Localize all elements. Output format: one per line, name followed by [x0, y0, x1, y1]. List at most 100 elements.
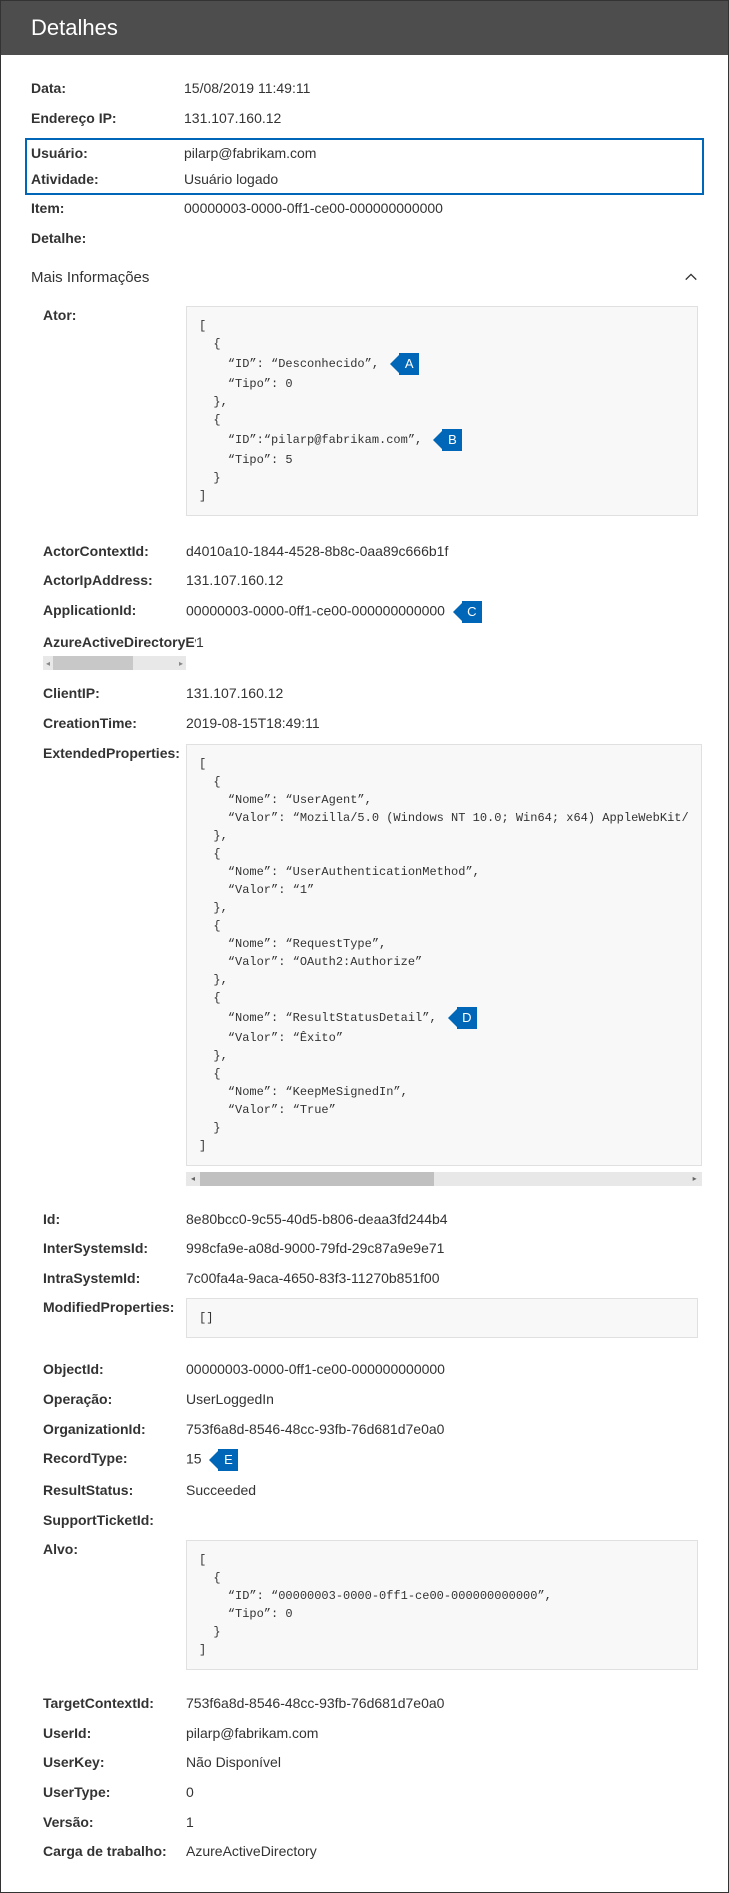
row-ator: Ator: [ { “ID”: “Desconhecido”, A “Tipo”…: [43, 306, 698, 516]
label-item: Item:: [31, 199, 184, 219]
label-workload: Carga de trabalho:: [43, 1842, 186, 1862]
label-activity: Atividade:: [31, 170, 184, 190]
row-userkey: UserKey: Não Disponível: [43, 1753, 698, 1773]
row-intersystems: InterSystemsId: 998cfa9e-a08d-9000-79fd-…: [43, 1239, 698, 1259]
panel-title: Detalhes: [31, 15, 118, 40]
label-application-id: ApplicationId:: [43, 601, 186, 621]
label-scrollbar[interactable]: ◂ ▸: [43, 656, 186, 670]
value-record-type: 15 E: [186, 1449, 698, 1471]
scroll-track[interactable]: [200, 1172, 688, 1186]
label-user: Usuário:: [31, 144, 184, 164]
value-usertype: 0: [186, 1783, 698, 1803]
scroll-right-icon[interactable]: ▸: [688, 1172, 702, 1186]
label-record-type: RecordType:: [43, 1449, 186, 1469]
row-result-status: ResultStatus: Succeeded: [43, 1481, 698, 1501]
codebox-ator[interactable]: [ { “ID”: “Desconhecido”, A “Tipo”: 0 },…: [186, 306, 698, 516]
row-userid: UserId: pilarp@fabrikam.com: [43, 1724, 698, 1744]
value-aad-event: 1: [196, 633, 698, 653]
row-detail: Detalhe:: [31, 229, 698, 249]
row-versao: Versão: 1: [43, 1813, 698, 1833]
row-actor-context-id: ActorContextId: d4010a10-1844-4528-8b8c-…: [43, 542, 698, 562]
label-creation-time: CreationTime:: [43, 714, 186, 734]
row-support-ticket: SupportTicketId:: [43, 1511, 698, 1531]
label-intrasystem: IntraSystemId:: [43, 1269, 186, 1289]
label-object-id: ObjectId:: [43, 1360, 186, 1380]
row-usertype: UserType: 0: [43, 1783, 698, 1803]
value-versao: 1: [186, 1813, 698, 1833]
label-extended-props: ExtendedProperties:: [43, 744, 186, 764]
value-client-ip: 131.107.160.12: [186, 684, 698, 704]
label-id: Id:: [43, 1210, 186, 1230]
row-creation-time: CreationTime: 2019-08-15T18:49:11: [43, 714, 698, 734]
panel-header: Detalhes: [1, 1, 728, 55]
value-user: pilarp@fabrikam.com: [184, 144, 698, 164]
label-data: Data:: [31, 79, 184, 99]
label-userid: UserId:: [43, 1724, 186, 1744]
row-application-id: ApplicationId: 00000003-0000-0ff1-ce00-0…: [43, 601, 698, 623]
scroll-right-icon[interactable]: ▸: [176, 656, 186, 670]
value-result-status: Succeeded: [186, 1481, 698, 1501]
label-ip: Endereço IP:: [31, 109, 184, 129]
row-user: Usuário: pilarp@fabrikam.com: [31, 144, 698, 164]
value-intersystems: 998cfa9e-a08d-9000-79fd-29c87a9e9e71: [186, 1239, 698, 1259]
callout-b: B: [433, 429, 462, 451]
row-object-id: ObjectId: 00000003-0000-0ff1-ce00-000000…: [43, 1360, 698, 1380]
value-data: 15/08/2019 11:49:11: [184, 79, 698, 99]
row-client-ip: ClientIP: 131.107.160.12: [43, 684, 698, 704]
more-info-label: Mais Informações: [31, 269, 149, 286]
scroll-left-icon[interactable]: ◂: [43, 656, 53, 670]
row-record-type: RecordType: 15 E: [43, 1449, 698, 1471]
row-item: Item: 00000003-0000-0ff1-ce00-0000000000…: [31, 199, 698, 219]
label-client-ip: ClientIP:: [43, 684, 186, 704]
details-panel: Detalhes Data: 15/08/2019 11:49:11 Ender…: [0, 0, 729, 1893]
value-application-id: 00000003-0000-0ff1-ce00-000000000000 C: [186, 601, 698, 623]
codebox-modified-props[interactable]: []: [186, 1298, 698, 1338]
codebox-extended-props[interactable]: [ { “Nome”: “UserAgent”, “Valor”: “Mozil…: [186, 744, 702, 1166]
value-item: 00000003-0000-0ff1-ce00-000000000000: [184, 199, 698, 219]
callout-e: E: [209, 1449, 238, 1471]
more-info-section: Ator: [ { “ID”: “Desconhecido”, A “Tipo”…: [31, 306, 698, 1862]
row-org-id: OrganizationId: 753f6a8d-8546-48cc-93fb-…: [43, 1420, 698, 1440]
row-data: Data: 15/08/2019 11:49:11: [31, 79, 698, 99]
scroll-thumb[interactable]: [200, 1172, 434, 1186]
row-target-context: TargetContextId: 753f6a8d-8546-48cc-93fb…: [43, 1694, 698, 1714]
row-aad-event: AzureActiveDirectoryEve 1: [43, 633, 698, 653]
row-activity: Atividade: Usuário logado: [31, 170, 698, 190]
value-creation-time: 2019-08-15T18:49:11: [186, 714, 698, 734]
value-activity: Usuário logado: [184, 170, 698, 190]
label-org-id: OrganizationId:: [43, 1420, 186, 1440]
codebox-alvo[interactable]: [ { “ID”: “00000003-0000-0ff1-ce00-00000…: [186, 1540, 698, 1670]
label-alvo: Alvo:: [43, 1540, 186, 1560]
callout-a: A: [390, 353, 419, 375]
label-support-ticket: SupportTicketId:: [43, 1511, 186, 1531]
label-intersystems: InterSystemsId:: [43, 1239, 186, 1259]
value-org-id: 753f6a8d-8546-48cc-93fb-76d681d7e0a0: [186, 1420, 698, 1440]
label-modified-props: ModifiedProperties:: [43, 1298, 186, 1318]
row-operacao: Operação: UserLoggedIn: [43, 1390, 698, 1410]
ext-scrollbar[interactable]: ◂▸: [186, 1172, 702, 1186]
label-operacao: Operação:: [43, 1390, 186, 1410]
panel-body: Data: 15/08/2019 11:49:11 Endereço IP: 1…: [1, 55, 728, 1892]
callout-c: C: [453, 601, 482, 623]
row-modified-props: ModifiedProperties: []: [43, 1298, 698, 1338]
scroll-track[interactable]: [53, 656, 176, 670]
label-result-status: ResultStatus:: [43, 1481, 186, 1501]
label-target-context: TargetContextId:: [43, 1694, 186, 1714]
label-ator: Ator:: [43, 306, 186, 326]
row-actor-ip: ActorIpAddress: 131.107.160.12: [43, 571, 698, 591]
row-ip: Endereço IP: 131.107.160.12: [31, 109, 698, 129]
scroll-left-icon[interactable]: ◂: [186, 1172, 200, 1186]
value-operacao: UserLoggedIn: [186, 1390, 698, 1410]
row-id: Id: 8e80bcc0-9c55-40d5-b806-deaa3fd244b4: [43, 1210, 698, 1230]
value-target-context: 753f6a8d-8546-48cc-93fb-76d681d7e0a0: [186, 1694, 698, 1714]
callout-d: D: [448, 1007, 477, 1029]
row-workload: Carga de trabalho: AzureActiveDirectory: [43, 1842, 698, 1862]
more-info-toggle[interactable]: Mais Informações: [31, 269, 698, 286]
label-aad-event: AzureActiveDirectoryEve: [43, 633, 196, 653]
label-usertype: UserType:: [43, 1783, 186, 1803]
label-detail: Detalhe:: [31, 229, 184, 249]
value-workload: AzureActiveDirectory: [186, 1842, 698, 1862]
row-alvo: Alvo: [ { “ID”: “00000003-0000-0ff1-ce00…: [43, 1540, 698, 1670]
scroll-thumb[interactable]: [53, 656, 133, 670]
row-extended-props: ExtendedProperties: [ { “Nome”: “UserAge…: [43, 744, 698, 1186]
